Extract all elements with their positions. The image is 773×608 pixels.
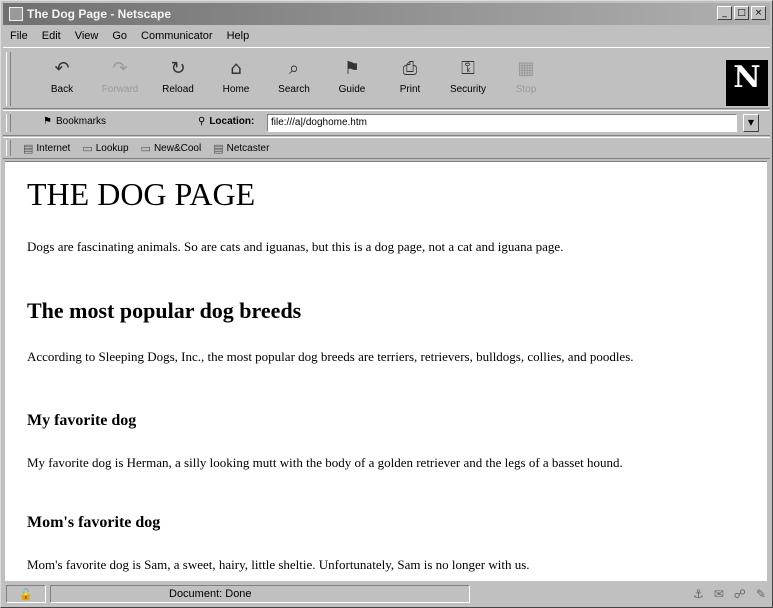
navigator-icon[interactable]: ⚓ (693, 587, 704, 601)
guide-icon: ⚑ (343, 57, 361, 79)
location-input[interactable]: file:///a|/doghome.htm (267, 114, 737, 132)
search-button[interactable]: ⌕ Search (265, 54, 323, 104)
menu-communicator[interactable]: Communicator (134, 30, 220, 42)
personal-item-internet[interactable]: ▤ Internet (23, 142, 70, 155)
personal-toolbar: ▤ Internet ▭ Lookup ▭ New&Cool ▤ Netcaster (3, 137, 770, 159)
home-icon: ⌂ (230, 57, 242, 79)
location-label: Location: (209, 116, 255, 127)
menu-file[interactable]: File (3, 30, 35, 42)
print-button[interactable]: ⎙ Print (381, 54, 439, 104)
home-button[interactable]: ⌂ Home (207, 54, 265, 104)
forward-button[interactable]: ↷ Forward (91, 54, 149, 104)
close-button[interactable]: × (751, 6, 766, 20)
location-toolbar-grip[interactable] (6, 114, 11, 132)
reload-button[interactable]: ↻ Reload (149, 54, 207, 104)
back-button[interactable]: ↶ Back (33, 54, 91, 104)
location-toolbar: ⚑ Bookmarks ⚲ Location: file:///a|/dogho… (3, 110, 770, 136)
bookmark-folder-icon: ▭ (140, 142, 151, 155)
menu-go[interactable]: Go (105, 30, 134, 42)
personal-item-lookup[interactable]: ▭ Lookup (82, 142, 128, 155)
netscape-logo[interactable]: N (726, 60, 768, 106)
toolbar-button-label: Print (399, 84, 421, 95)
reload-icon: ↻ (170, 57, 186, 79)
toolbar-button-label: Search (278, 84, 310, 95)
mom-favorite-heading: Mom's favorite dog (27, 514, 161, 531)
intro-paragraph: Dogs are fascinating animals. So are cat… (27, 239, 564, 254)
menu-edit[interactable]: Edit (35, 30, 68, 42)
component-bar: ⚓ ✉ ☍ ✎ (693, 587, 766, 601)
location-label-group: ⚲ Location: (198, 116, 254, 127)
guide-button[interactable]: ⚑ Guide (323, 54, 381, 104)
toolbar-button-label: Reload (162, 84, 194, 95)
page-heading: THE DOG PAGE (27, 176, 256, 212)
personal-item-label: Lookup (95, 143, 129, 154)
minimize-button[interactable]: _ (717, 6, 732, 20)
my-favorite-heading: My favorite dog (27, 412, 137, 429)
back-icon: ↶ (54, 57, 70, 79)
page-content[interactable]: THE DOG PAGE Dogs are fascinating animal… (5, 161, 767, 581)
personal-item-label: Netcaster (226, 143, 270, 154)
menu-view[interactable]: View (68, 30, 106, 42)
toolbar-button-label: Security (449, 84, 487, 95)
toolbar-button-label: Forward (101, 84, 139, 95)
bookmarks-icon: ⚑ (43, 116, 52, 127)
forward-icon: ↷ (112, 57, 128, 79)
browser-window: The Dog Page - Netscape _ □ × File Edit … (0, 0, 773, 608)
toolbar-button-label: Stop (515, 84, 537, 95)
page-proxy-icon[interactable]: ⚲ (198, 116, 205, 127)
stop-button[interactable]: ▦ Stop (497, 54, 555, 104)
personal-toolbar-grip[interactable] (6, 140, 11, 156)
breeds-heading: The most popular dog breeds (27, 298, 302, 323)
location-dropdown-button[interactable]: ▼ (743, 114, 759, 132)
bookmark-folder-icon: ▤ (23, 142, 34, 155)
personal-item-label: New&Cool (153, 143, 202, 154)
breeds-paragraph: According to Sleeping Dogs, Inc., the mo… (27, 349, 634, 364)
security-button[interactable]: ⚿ Security (439, 54, 497, 104)
security-icon: ⚿ (461, 57, 475, 79)
toolbar-button-label: Home (222, 84, 250, 95)
mom-favorite-paragraph: Mom's favorite dog is Sam, a sweet, hair… (27, 557, 530, 572)
toolbar-grip[interactable] (6, 52, 11, 106)
composer-icon[interactable]: ✎ (756, 587, 766, 601)
menu-bar: File Edit View Go Communicator Help (3, 26, 256, 46)
mail-icon[interactable]: ✉ (714, 587, 724, 601)
menu-help[interactable]: Help (220, 30, 257, 42)
toolbar-button-label: Back (50, 84, 74, 95)
bookmarks-label: Bookmarks (55, 116, 106, 127)
personal-item-label: Internet (36, 143, 71, 154)
discussion-icon[interactable]: ☍ (734, 587, 746, 601)
personal-item-newcool[interactable]: ▭ New&Cool (141, 142, 202, 155)
status-text: Document: Done (50, 585, 470, 603)
bookmarks-button[interactable]: ⚑ Bookmarks (43, 116, 106, 127)
toolbar-button-label: Guide (338, 84, 366, 95)
security-lock-icon[interactable]: 🔓 (6, 585, 46, 603)
navigation-toolbar: ↶ Back ↷ Forward ↻ Reload ⌂ Home ⌕ Search ⚑ Guide ⎙ P… (3, 47, 770, 109)
status-bar: 🔓 Document: Done ⚓ ✉ ☍ ✎ (3, 583, 770, 605)
personal-item-netcaster[interactable]: ▤ Netcaster (213, 142, 269, 155)
bookmark-page-icon: ▤ (213, 142, 224, 155)
bookmark-folder-icon: ▭ (82, 142, 93, 155)
title-bar[interactable]: The Dog Page - Netscape _ □ × (3, 3, 770, 25)
netscape-app-icon[interactable] (9, 7, 23, 21)
search-icon: ⌕ (288, 57, 300, 79)
window-title: The Dog Page - Netscape (27, 7, 172, 21)
personal-toolbar-items: ▤ Internet ▭ Lookup ▭ New&Cool ▤ Netcaster (23, 142, 269, 155)
window-controls: _ □ × (717, 6, 766, 20)
stop-icon: ▦ (517, 57, 535, 79)
maximize-button[interactable]: □ (734, 6, 749, 20)
print-icon: ⎙ (402, 57, 418, 79)
toolbar-buttons: ↶ Back ↷ Forward ↻ Reload ⌂ Home ⌕ Search ⚑ Guide ⎙ P… (33, 54, 555, 104)
my-favorite-paragraph: My favorite dog is Herman, a silly looki… (27, 455, 623, 470)
